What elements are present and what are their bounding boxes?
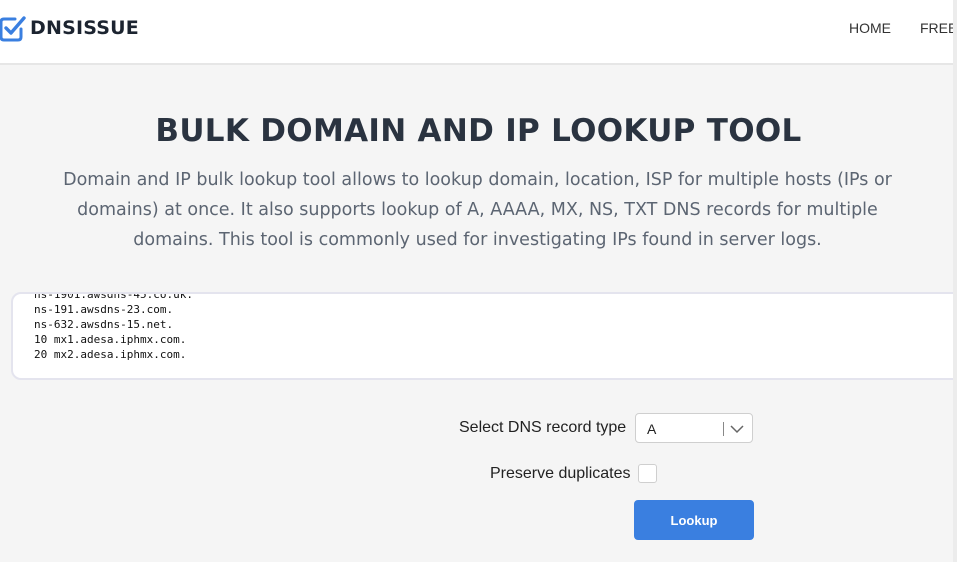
host-line: 20 mx2.adesa.iphmx.com. bbox=[34, 348, 187, 361]
record-type-value: A bbox=[647, 421, 657, 437]
hosts-textarea-content: ns-1901.awsdns-45.co.uk. ns-191.awsdns-2… bbox=[34, 292, 193, 362]
hosts-textarea[interactable]: ns-1901.awsdns-45.co.uk. ns-191.awsdns-2… bbox=[11, 292, 957, 380]
preserve-duplicates-checkbox[interactable] bbox=[638, 464, 657, 483]
description-line: domains) at once. It also supports looku… bbox=[77, 200, 878, 220]
record-type-label: Select DNS record type bbox=[459, 419, 627, 436]
host-line: ns-1901.awsdns-45.co.uk. bbox=[34, 292, 193, 301]
host-line: ns-632.awsdns-15.net. bbox=[34, 318, 174, 331]
site-logo[interactable]: DNSISSUE bbox=[0, 14, 139, 42]
nav-home-link[interactable]: HOME bbox=[849, 20, 891, 36]
logo-text: DNSISSUE bbox=[30, 17, 139, 39]
host-line: ns-191.awsdns-23.com. bbox=[34, 303, 174, 316]
host-line: 10 mx1.adesa.iphmx.com. bbox=[34, 333, 187, 346]
page-title: BULK DOMAIN AND IP LOOKUP TOOL bbox=[155, 113, 802, 149]
nav-free-tools-link[interactable]: FREE T bbox=[920, 20, 957, 36]
page-description: Domain and IP bulk lookup tool allows to… bbox=[45, 165, 910, 255]
lookup-button[interactable]: Lookup bbox=[634, 500, 754, 540]
scrollbar[interactable] bbox=[953, 0, 957, 562]
chevron-down-icon[interactable] bbox=[729, 423, 745, 435]
preserve-duplicates-label: Preserve duplicates bbox=[490, 465, 631, 482]
description-line: domains. This tool is commonly used for … bbox=[133, 230, 822, 250]
site-header: DNSISSUE HOME FREE T bbox=[0, 0, 957, 65]
record-type-select[interactable]: A bbox=[635, 413, 753, 443]
description-line: Domain and IP bulk lookup tool allows to… bbox=[63, 170, 892, 190]
check-box-logo-icon bbox=[0, 16, 26, 42]
select-separator bbox=[723, 422, 724, 436]
